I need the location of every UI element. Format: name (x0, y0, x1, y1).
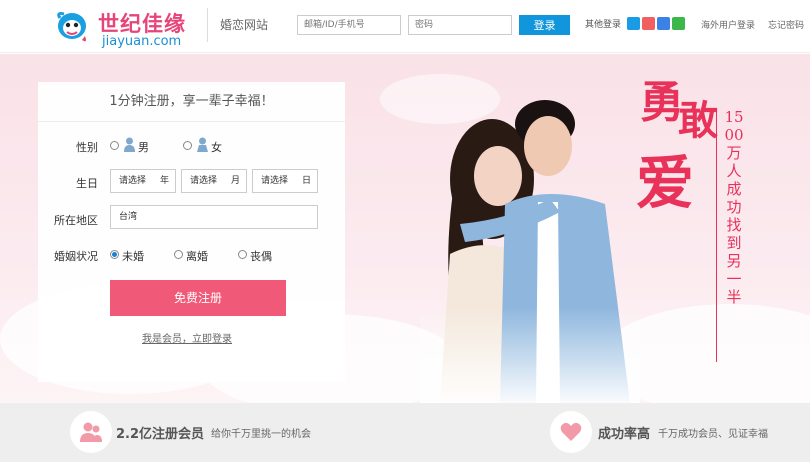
slogan-vertical-text: 1500万人成功找到另一半 (724, 108, 744, 306)
slogan: 勇 敢 爱 1500万人成功找到另一半 (628, 66, 748, 362)
baidu-login-icon[interactable] (657, 17, 670, 30)
gender-male-label[interactable]: 男 (138, 139, 149, 155)
year-unit: 年 (159, 176, 169, 186)
qq-login-icon[interactable] (627, 17, 640, 30)
gender-female-radio[interactable] (183, 141, 192, 150)
hero-banner: 勇 敢 爱 1500万人成功找到另一半 1分钟注册，享一辈子幸福！ 性别 男 女… (0, 54, 810, 403)
other-login-label: 其他登录 (585, 20, 622, 30)
region-select[interactable]: 台湾 (110, 205, 318, 229)
registration-form: 1分钟注册，享一辈子幸福！ 性别 男 女 生日 请选择 年 请选择 月 请选择 … (38, 82, 345, 382)
username-input[interactable] (297, 15, 401, 35)
marital-divorced-radio[interactable] (174, 250, 183, 259)
region-value: 台湾 (119, 212, 138, 222)
features-bar: 2.2亿注册会员 给你千万里挑一的机会 成功率高 千万成功会员、见证幸福 (0, 403, 810, 462)
gender-label: 性别 (76, 141, 98, 154)
password-input[interactable] (408, 15, 512, 35)
people-icon (80, 422, 102, 442)
month-unit: 月 (230, 176, 240, 186)
birth-day-select[interactable]: 请选择 日 (252, 169, 318, 193)
site-subtitle: 婚恋网站 (207, 8, 268, 42)
slogan-char-3: 爱 (636, 149, 695, 217)
register-button[interactable]: 免费注册 (110, 280, 286, 316)
feature-title: 2.2亿注册会员 (116, 427, 205, 442)
login-button[interactable]: 登录 (519, 15, 570, 35)
feature-title: 成功率高 (598, 427, 651, 442)
jiayuan-logo[interactable]: 世纪佳缘 jiayuan.com (52, 6, 192, 50)
day-unit: 日 (301, 176, 311, 186)
marital-label: 婚姻状况 (54, 250, 98, 263)
feature-icon-wrap (550, 411, 592, 453)
marital-single-radio[interactable] (110, 250, 119, 259)
logo-text-en: jiayuan.com (102, 34, 182, 49)
birthday-label: 生日 (76, 177, 98, 190)
feature-icon-wrap (70, 411, 112, 453)
top-header: 世纪佳缘 jiayuan.com 婚恋网站 登录 其他登录 海外用户登录 忘记密… (0, 0, 810, 53)
feature-desc: 千万成功会员、见证幸福 (658, 429, 768, 440)
weibo-login-icon[interactable] (642, 17, 655, 30)
birth-month-value: 请选择 (190, 176, 218, 186)
gender-female-label[interactable]: 女 (211, 139, 222, 155)
region-label: 所在地区 (54, 214, 98, 227)
wechat-login-icon[interactable] (672, 17, 685, 30)
form-title: 1分钟注册，享一辈子幸福！ (38, 82, 345, 122)
slogan-divider (716, 112, 717, 362)
female-icon (197, 137, 208, 152)
marital-divorced-label[interactable]: 离婚 (186, 248, 208, 264)
male-icon (124, 137, 135, 152)
gender-male-radio[interactable] (110, 141, 119, 150)
marital-widowed-radio[interactable] (238, 250, 247, 259)
couple-photo (420, 84, 640, 403)
overseas-login-link[interactable]: 海外用户登录 (701, 18, 755, 31)
forgot-password-link[interactable]: 忘记密码 (768, 18, 804, 31)
feature-desc: 给你千万里挑一的机会 (211, 429, 311, 440)
marital-single-label[interactable]: 未婚 (122, 248, 144, 264)
birth-year-value: 请选择 (119, 176, 147, 186)
birth-day-value: 请选择 (261, 176, 289, 186)
marital-widowed-label[interactable]: 丧偶 (250, 248, 272, 264)
mascot-icon (57, 12, 86, 42)
heart-icon (560, 422, 582, 441)
birth-month-select[interactable]: 请选择 月 (181, 169, 247, 193)
birth-year-select[interactable]: 请选择 年 (110, 169, 176, 193)
member-login-link[interactable]: 我是会员，立即登录 (142, 330, 232, 345)
